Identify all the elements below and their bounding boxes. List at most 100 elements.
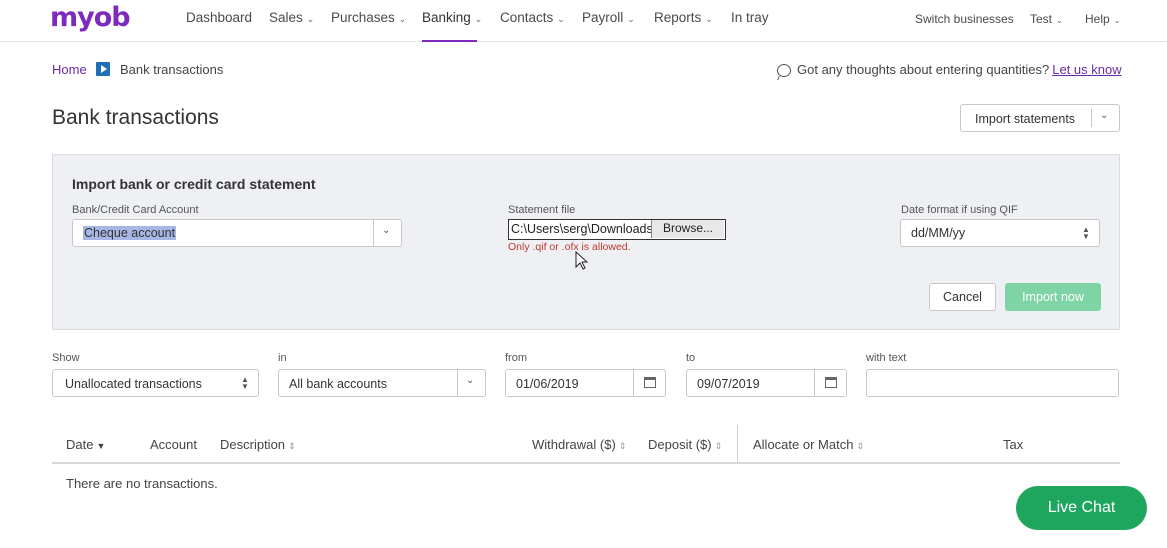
import-now-button[interactable]: Import now: [1005, 283, 1101, 311]
column-description-label: Description: [220, 437, 286, 452]
calendar-icon: [825, 377, 837, 388]
column-tax-label: Tax: [1003, 437, 1024, 452]
account-select-text: Cheque account: [83, 226, 177, 240]
sort-icon: ⇕: [618, 441, 627, 451]
column-account-label: Account: [150, 437, 197, 452]
cancel-button[interactable]: Cancel: [929, 283, 996, 311]
file-path-value: C:\Users\serg\Downloads: [511, 222, 651, 236]
show-select[interactable]: Unallocated transactions ▲ ▼: [52, 369, 259, 397]
show-select-value: Unallocated transactions: [65, 377, 202, 391]
column-withdrawal[interactable]: Withdrawal ($) ⇕: [532, 437, 626, 452]
to-date-value: 09/07/2019: [697, 377, 760, 391]
statement-file-input[interactable]: C:\Users\serg\Downloads Browse...: [508, 219, 726, 240]
in-label: in: [278, 352, 287, 364]
column-date-label: Date: [66, 437, 94, 452]
updown-icon: ▲ ▼: [241, 375, 249, 391]
chevron-down-icon: ⌄: [398, 14, 407, 24]
empty-table-message: There are no transactions.: [66, 476, 218, 491]
chevron-down-icon: ⌄: [627, 14, 635, 24]
calendar-icon: [644, 377, 656, 388]
chevron-down-icon: ⌄: [1113, 16, 1121, 25]
show-label: Show: [52, 352, 80, 364]
import-statements-label: Import statements: [975, 112, 1076, 126]
help-menu-label: Help: [1085, 12, 1110, 26]
to-date-input[interactable]: 09/07/2019: [686, 369, 847, 397]
chevron-down-icon[interactable]: ⌄: [1100, 110, 1108, 121]
live-chat-button[interactable]: Live Chat: [1016, 486, 1147, 530]
account-label: Bank/Credit Card Account: [72, 204, 199, 216]
speech-bubble-icon: [777, 64, 791, 77]
nav-purchases[interactable]: Purchases ⌄: [331, 10, 406, 42]
nav-banking-label: Banking: [422, 10, 471, 25]
nav-purchases-label: Purchases: [331, 10, 395, 25]
chevron-down-icon: ⌄: [382, 225, 391, 236]
column-account: Account: [150, 437, 197, 452]
date-format-label: Date format if using QIF: [901, 204, 1018, 216]
chevron-down-icon: ⌄: [1056, 16, 1063, 25]
nav-contacts[interactable]: Contacts ⌄: [500, 10, 565, 42]
top-navigation: myob Dashboard Sales ⌄ Purchases ⌄ Banking…: [0, 0, 1167, 42]
from-calendar-button[interactable]: [633, 370, 665, 396]
browse-button[interactable]: Browse...: [651, 220, 724, 238]
page-title: Bank transactions: [52, 106, 219, 129]
chevron-down-icon: ⌄: [705, 14, 713, 24]
feedback-prompt: Got any thoughts about entering quantiti…: [797, 62, 1122, 77]
file-error-message: Only .qif or .ofx is allowed.: [508, 241, 631, 253]
nav-in-tray[interactable]: In tray: [731, 10, 769, 42]
column-deposit[interactable]: Deposit ($) ⇕: [648, 437, 722, 452]
select-divider: [373, 220, 374, 246]
myob-logo[interactable]: myob: [50, 2, 131, 33]
business-menu[interactable]: Test ⌄: [1030, 12, 1063, 26]
date-format-select[interactable]: dd/MM/yy ▲ ▼: [900, 219, 1100, 247]
nav-contacts-label: Contacts: [500, 10, 554, 25]
chevron-down-icon: ⌄: [474, 14, 483, 24]
with-text-label: with text: [866, 352, 907, 364]
column-tax: Tax: [1003, 437, 1023, 452]
date-format-value: dd/MM/yy: [911, 226, 966, 240]
select-divider: [457, 370, 458, 396]
breadcrumb-home[interactable]: Home: [52, 62, 87, 77]
breadcrumb-arrow-icon: [96, 62, 110, 76]
breadcrumb-current: Bank transactions: [120, 62, 224, 77]
with-text-input[interactable]: [866, 369, 1119, 397]
column-allocate-label: Allocate or Match: [753, 437, 854, 452]
nav-dashboard[interactable]: Dashboard: [186, 10, 252, 42]
nav-payroll[interactable]: Payroll ⌄: [582, 10, 635, 42]
chevron-down-icon: ⌄: [557, 14, 565, 24]
column-withdrawal-label: Withdrawal ($): [532, 437, 616, 452]
mouse-cursor-icon: [575, 251, 589, 270]
help-menu[interactable]: Help ⌄: [1085, 12, 1120, 26]
table-header-divider: [52, 462, 1120, 464]
nav-dashboard-label: Dashboard: [186, 10, 253, 25]
from-label: from: [505, 352, 527, 364]
import-statements-button[interactable]: Import statements ⌄: [960, 104, 1120, 132]
nav-sales[interactable]: Sales ⌄: [269, 10, 314, 42]
nav-banking[interactable]: Banking ⌄: [422, 10, 482, 42]
nav-reports[interactable]: Reports ⌄: [654, 10, 713, 42]
split-divider: [1091, 109, 1092, 127]
column-divider: [737, 425, 738, 463]
panel-title: Import bank or credit card statement: [72, 176, 316, 192]
column-allocate[interactable]: Allocate or Match ⇕: [753, 437, 864, 452]
account-select[interactable]: Cheque account ⌄: [72, 219, 402, 247]
nav-in-tray-label: In tray: [731, 10, 769, 25]
sort-icon: ⇕: [856, 441, 864, 451]
feedback-text: Got any thoughts about entering quantiti…: [797, 62, 1050, 77]
feedback-link[interactable]: Let us know: [1052, 62, 1121, 77]
sort-desc-icon: ▼: [96, 441, 106, 451]
from-date-input[interactable]: 01/06/2019: [505, 369, 666, 397]
account-filter-select[interactable]: All bank accounts ⌄: [278, 369, 486, 397]
to-calendar-button[interactable]: [814, 370, 846, 396]
nav-sales-label: Sales: [269, 10, 303, 25]
import-statement-panel: Import bank or credit card statement Ban…: [52, 154, 1120, 330]
switch-businesses-label: Switch businesses: [915, 12, 1014, 26]
switch-businesses-link[interactable]: Switch businesses: [915, 12, 1014, 26]
column-date[interactable]: Date ▼: [66, 437, 105, 452]
column-deposit-label: Deposit ($): [648, 437, 712, 452]
chevron-down-icon: ⌄: [306, 14, 315, 24]
column-description[interactable]: Description ⇕: [220, 437, 296, 452]
account-select-value: Cheque account: [83, 226, 177, 240]
account-filter-value: All bank accounts: [289, 377, 387, 391]
nav-payroll-label: Payroll: [582, 10, 624, 25]
chevron-down-icon: ⌄: [466, 375, 475, 386]
